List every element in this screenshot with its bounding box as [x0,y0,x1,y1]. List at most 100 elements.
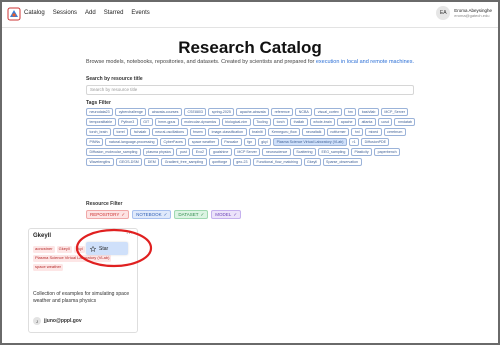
tag-chip[interactable]: Wavelengths [86,158,114,166]
tag-chip[interactable]: Python3 [117,118,138,126]
tag-chip[interactable]: Diffusion_molecular_sampling [86,148,141,156]
card-tag[interactable]: aoncstner [33,246,55,253]
tag-chip[interactable]: neuraltalk [302,128,325,136]
tag-chip[interactable]: hnl [351,128,364,136]
nav-links: Catalog Sessions Add Starred Events [24,10,150,16]
tag-chip[interactable]: mixed [365,128,382,136]
tag-chip[interactable]: CSE8803 [183,108,207,116]
tag-chip[interactable]: Scattering [292,148,316,156]
tag-chip[interactable]: EEG_sampling [317,148,349,156]
tag-chip[interactable]: brainlit [248,128,267,136]
tag-chip[interactable]: molecular-dynamics [180,118,220,126]
tag-chip[interactable]: ucsd [377,118,393,126]
tag-chip[interactable]: atlanta [358,118,376,126]
tag-chip[interactable]: Kerneguru_flow [268,128,301,136]
tag-chip[interactable]: Plasticity [350,148,373,156]
tag-chip[interactable]: fmwm [189,128,207,136]
tag-chip[interactable]: visual_cortex [314,108,343,116]
tag-chip[interactable]: goalshine [209,148,232,156]
tag-chip[interactable]: space weather [188,138,219,146]
logo-icon[interactable] [7,7,21,21]
tag-chip[interactable]: qontforge [208,158,231,166]
tag-chip[interactable]: CyberFaces [159,138,187,146]
tag-chip[interactable]: cerebrum [383,128,406,136]
tag-chip[interactable]: Pancake [220,138,242,146]
tag-chip[interactable]: geo-23 [232,158,251,166]
tag-chip[interactable]: Sparse_observation [322,158,362,166]
tag-chip[interactable]: Plasma Science Virtual Laboratory (VLab) [273,138,347,146]
tag-chip[interactable]: torch [273,118,289,126]
tag-chip[interactable]: NCBA [295,108,313,116]
tag-chip[interactable]: Evo2 [192,148,208,156]
card-owner[interactable]: J jjuno@pppl.gov [33,317,82,325]
tag-chip[interactable]: hmm-gpus [154,118,179,126]
card-tag[interactable]: Gkeyll [56,246,72,253]
tag-chip[interactable]: MCP_Server [380,108,409,116]
tag-chip[interactable]: GIT [139,118,153,126]
tag-chip[interactable]: neuroscience [262,148,291,156]
subtitle-link[interactable]: execution in local and remote machines. [316,59,414,65]
tag-chip[interactable]: Gkeyll [303,158,321,166]
tag-chip[interactable]: PINNs [86,138,104,146]
user-email: eroma@gatech.edu [454,13,490,18]
tag-chip[interactable]: Functional_flow_matching [252,158,302,166]
tag-chip[interactable]: apache-airavata [236,108,270,116]
tag-chip[interactable]: airavata-courses [148,108,182,116]
tags-filter-label: Tags Filter [86,100,111,106]
tag-chip[interactable]: MCP Server [233,148,261,156]
nav-sessions[interactable]: Sessions [53,10,77,16]
nav-starred[interactable]: Starred [104,10,124,16]
page-subtitle: Browse models, notebooks, repositories, … [85,59,415,65]
tag-chip[interactable]: spring-2025 [208,108,235,116]
tag-chip[interactable]: bash/lab [358,108,379,116]
avatar[interactable]: EA [436,6,451,20]
nav-events[interactable]: Events [131,10,149,16]
card-title[interactable]: Gkeyll [33,233,51,239]
nav-catalog[interactable]: Catalog [24,10,45,16]
tag-chip[interactable]: notfurmer [326,128,350,136]
nav-add[interactable]: Add [85,10,96,16]
tag-chip[interactable]: pust [176,148,191,156]
tag-chip[interactable]: DEM [144,158,160,166]
tag-chip[interactable]: biological-nim [221,118,251,126]
card-tag[interactable]: space weather [33,264,64,271]
tag-chip[interactable]: DiffusionPDE [361,138,390,146]
tag-chip[interactable]: whole-brain [309,118,336,126]
tag-chip[interactable]: cyberchallenge [115,108,147,116]
page-title: Research Catalog [178,38,322,57]
tag-chip[interactable]: thallab [290,118,308,126]
tag-chip[interactable]: paperbench [374,148,401,156]
tag-chip[interactable]: neural-oscillations [151,128,188,136]
tag-chip[interactable]: Tooling [252,118,272,126]
filter-repository[interactable]: REPOSITORY ✓ [86,210,130,219]
tag-chip[interactable]: fgn [243,138,256,146]
tag-chip[interactable]: neurodata23 [86,108,114,116]
tag-chip[interactable]: GEOS-DSM [115,158,143,166]
tag-chip[interactable]: image-classification [208,128,247,136]
tag-chip[interactable]: plasma physics [142,148,175,156]
search-label: Search by resource title [86,76,143,82]
search-input[interactable]: Search by resource title [86,85,414,95]
tag-chip[interactable]: hm [344,108,357,116]
highlight-circle [75,228,153,268]
filter-notebook[interactable]: NOTEBOOK ✓ [132,210,172,219]
tag-chip[interactable]: temporalitable [86,118,116,126]
tag-chip[interactable]: natural-language-processing [105,138,158,146]
owner-email: jjuno@pppl.gov [44,318,82,324]
tag-chip[interactable]: torch_brain [86,128,111,136]
tag-chip[interactable]: r1 [348,138,360,146]
tag-chip[interactable]: gkyl [257,138,272,146]
app-window: Catalog Sessions Add Starred Events EA E… [0,0,500,345]
tag-chip[interactable]: apache [337,118,357,126]
tag-chip[interactable]: nmdatab [394,118,416,126]
filter-dataset[interactable]: DATASET ✓ [174,210,209,219]
tag-chip[interactable]: reference [271,108,294,116]
tag-chip[interactable]: torrel [112,128,129,136]
tags-filter: neurodata23 cyberchallenge airavata-course… [86,108,416,166]
tag-chip[interactable]: hchalab [130,128,150,136]
user-menu[interactable]: EA Eroma Abeysinghe eroma@gatech.edu [436,6,492,20]
card-description: Collection of examples for simulating sp… [33,291,130,304]
resource-filter: REPOSITORY ✓ NOTEBOOK ✓ DATASET ✓ MODEL ✓ [86,210,242,219]
tag-chip[interactable]: Gradient_free_sampling [161,158,207,166]
filter-model[interactable]: MODEL ✓ [211,210,242,219]
